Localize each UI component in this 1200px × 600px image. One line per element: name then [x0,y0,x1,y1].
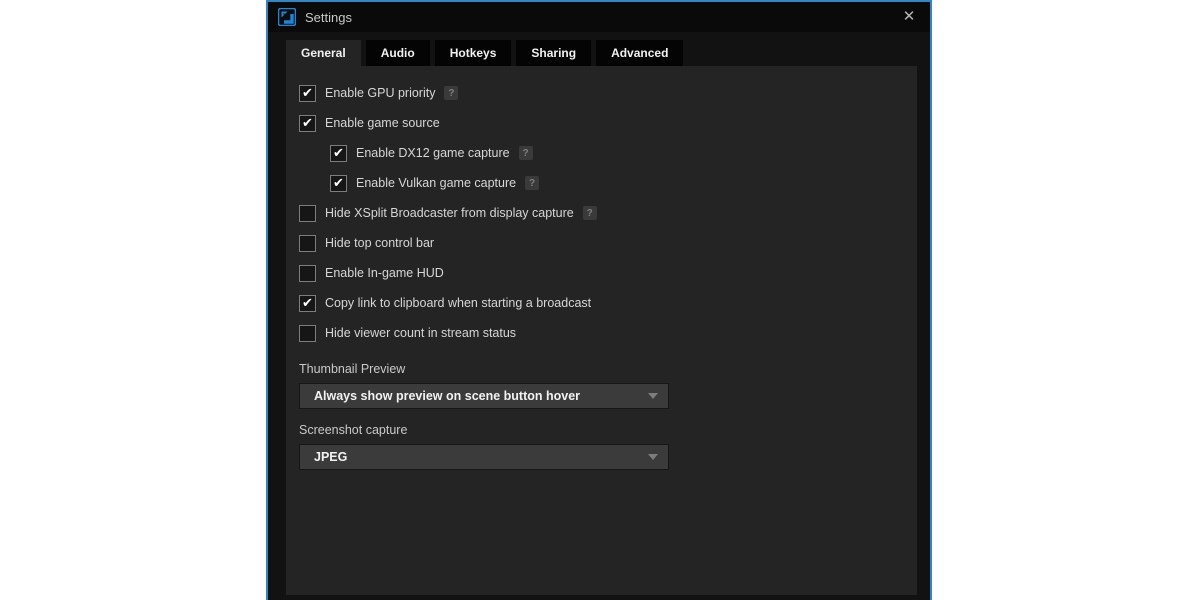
checkbox-label: Enable GPU priority [325,86,435,100]
help-icon[interactable]: ? [444,86,458,100]
titlebar[interactable]: Settings ✕ [268,2,930,32]
tab-general[interactable]: General [286,40,361,66]
dropdown-label: Thumbnail Preview [299,362,917,376]
checkbox-unchecked[interactable]: ✔ [299,265,316,282]
checkbox-row: ✔ Enable Vulkan game capture? [330,168,917,198]
screenshot-capture-dropdown[interactable]: JPEG [299,444,669,470]
checkbox-checked[interactable]: ✔ [299,295,316,312]
checkbox-row: ✔ Copy link to clipboard when starting a … [299,288,917,318]
check-icon: ✔ [302,116,313,129]
checkbox-row: ✔Hide top control bar? [299,228,917,258]
check-icon: ✔ [302,86,313,99]
settings-window: Settings ✕ GeneralAudioHotkeysSharingAdv… [266,0,932,600]
dropdown-label: Screenshot capture [299,423,917,437]
tab-sharing[interactable]: Sharing [516,40,591,66]
help-icon[interactable]: ? [525,176,539,190]
checkbox-label: Hide viewer count in stream status [325,326,516,340]
help-icon[interactable]: ? [583,206,597,220]
close-icon[interactable]: ✕ [896,4,922,30]
tab-audio[interactable]: Audio [366,40,430,66]
checkbox-label: Enable game source [325,116,440,130]
checkbox-label: Copy link to clipboard when starting a b… [325,296,591,310]
checkbox-row: ✔ Enable GPU priority? [299,78,917,108]
checkbox-list: ✔ Enable GPU priority? ✔ Enable game source… [299,78,917,348]
checkbox-label: Enable Vulkan game capture [356,176,516,190]
general-tab-panel: ✔ Enable GPU priority? ✔ Enable game source… [286,66,917,595]
checkbox-checked[interactable]: ✔ [330,145,347,162]
checkbox-checked[interactable]: ✔ [299,115,316,132]
help-icon[interactable]: ? [519,146,533,160]
checkbox-label: Hide XSplit Broadcaster from display cap… [325,206,574,220]
tabstrip: GeneralAudioHotkeysSharingAdvanced [268,40,930,66]
tab-advanced[interactable]: Advanced [596,40,683,66]
dropdown-selected-value: Always show preview on scene button hove… [314,389,648,403]
thumbnail-preview-dropdown[interactable]: Always show preview on scene button hove… [299,383,669,409]
check-icon: ✔ [333,176,344,189]
checkbox-unchecked[interactable]: ✔ [299,205,316,222]
chevron-down-icon [648,393,658,399]
tab-hotkeys[interactable]: Hotkeys [435,40,512,66]
checkbox-row: ✔ Enable DX12 game capture? [330,138,917,168]
check-icon: ✔ [302,296,313,309]
chevron-down-icon [648,454,658,460]
checkbox-checked[interactable]: ✔ [299,85,316,102]
checkbox-row: ✔Enable game source? [299,108,917,138]
checkbox-label: Enable In-game HUD [325,266,444,280]
checkbox-unchecked[interactable]: ✔ [299,235,316,252]
checkbox-row: ✔Hide viewer count in stream status? [299,318,917,348]
checkbox-label: Hide top control bar [325,236,434,250]
checkbox-checked[interactable]: ✔ [330,175,347,192]
dropdown-section: Thumbnail Preview Always show preview on … [299,362,917,470]
dropdown-selected-value: JPEG [314,450,648,464]
checkbox-label: Enable DX12 game capture [356,146,510,160]
checkbox-unchecked[interactable]: ✔ [299,325,316,342]
checkbox-row: ✔ Hide XSplit Broadcaster from display ca… [299,198,917,228]
xsplit-logo-icon [278,8,296,26]
window-title: Settings [305,10,352,25]
check-icon: ✔ [333,146,344,159]
checkbox-row: ✔Enable In-game HUD? [299,258,917,288]
